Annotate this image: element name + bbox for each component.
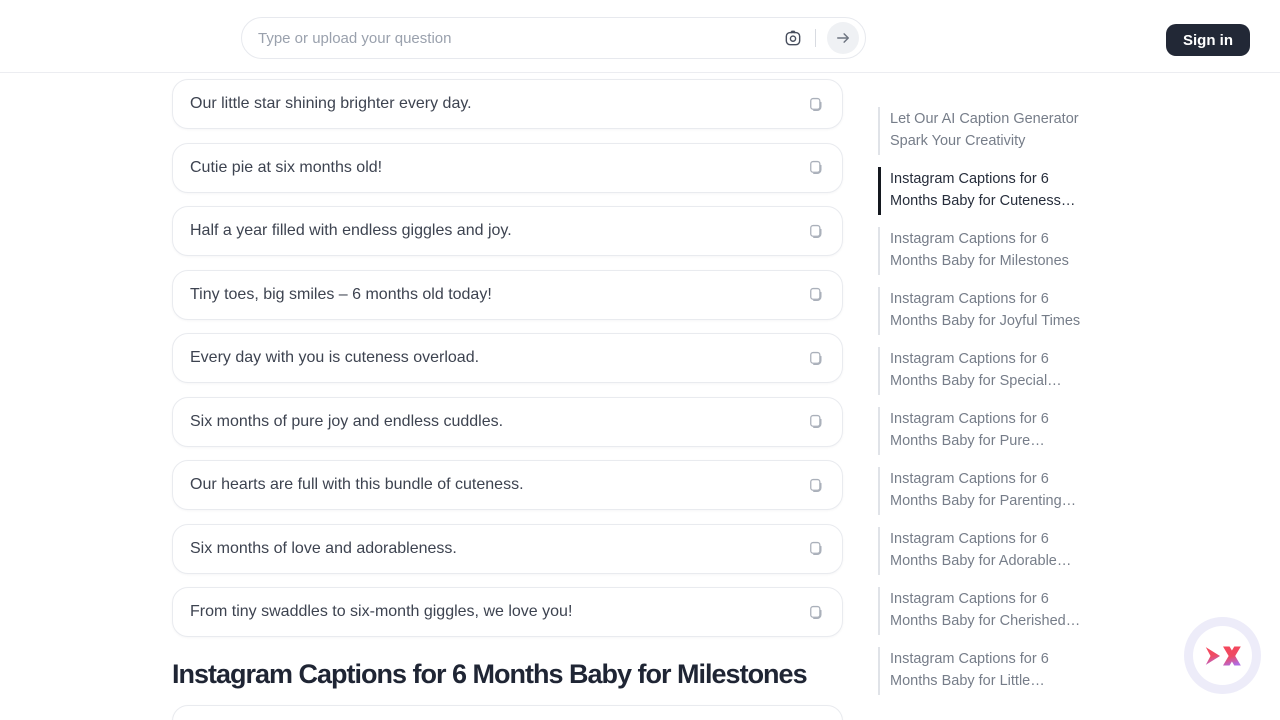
table-of-contents: Let Our AI Caption Generator Spark Your … bbox=[878, 107, 1092, 707]
toc-item-parenting[interactable]: Instagram Captions for 6 Months Baby for… bbox=[878, 467, 1092, 515]
caption-card: Six months of pure joy and endless cuddl… bbox=[172, 397, 843, 447]
copy-icon bbox=[806, 285, 825, 304]
sign-in-button[interactable]: Sign in bbox=[1166, 24, 1250, 56]
camera-upload-button[interactable] bbox=[778, 23, 808, 53]
arrow-right-icon bbox=[834, 29, 852, 47]
toc-item-cuteness[interactable]: Instagram Captions for 6 Months Baby for… bbox=[878, 167, 1092, 215]
search-submit-button[interactable] bbox=[827, 22, 859, 54]
copy-button[interactable] bbox=[800, 280, 830, 310]
copy-icon bbox=[806, 412, 825, 431]
caption-text: Every day with you is cuteness overload. bbox=[190, 349, 800, 367]
copy-icon bbox=[806, 349, 825, 368]
caption-text: Six months of pure joy and endless cuddl… bbox=[190, 413, 800, 431]
caption-text: Half a year filled with endless giggles … bbox=[190, 222, 800, 240]
toc-item-adorable[interactable]: Instagram Captions for 6 Months Baby for… bbox=[878, 527, 1092, 575]
brand-x-logo-icon bbox=[1204, 640, 1242, 672]
section-heading: Instagram Captions for 6 Months Baby for… bbox=[172, 656, 843, 692]
search-divider bbox=[815, 29, 816, 47]
toc-item-pure[interactable]: Instagram Captions for 6 Months Baby for… bbox=[878, 407, 1092, 455]
copy-icon bbox=[806, 476, 825, 495]
caption-text: Six months of love and adorableness. bbox=[190, 540, 800, 558]
copy-button[interactable] bbox=[800, 89, 830, 119]
caption-card: Our little star shining brighter every d… bbox=[172, 79, 843, 129]
toc-item-joyful-times[interactable]: Instagram Captions for 6 Months Baby for… bbox=[878, 287, 1092, 335]
caption-text: Our little star shining brighter every d… bbox=[190, 95, 800, 113]
caption-card: Every day with you is cuteness overload. bbox=[172, 333, 843, 383]
toc-item-generator-intro[interactable]: Let Our AI Caption Generator Spark Your … bbox=[878, 107, 1092, 155]
caption-text: From tiny swaddles to six-month giggles,… bbox=[190, 603, 800, 621]
camera-icon bbox=[783, 28, 803, 48]
copy-button[interactable] bbox=[800, 407, 830, 437]
copy-icon bbox=[806, 539, 825, 558]
caption-text: Cutie pie at six months old! bbox=[190, 159, 800, 177]
copy-button[interactable] bbox=[800, 470, 830, 500]
caption-card: Six months of love and adorableness. bbox=[172, 524, 843, 574]
caption-card-partial bbox=[172, 705, 843, 720]
copy-icon bbox=[806, 158, 825, 177]
toc-item-milestones[interactable]: Instagram Captions for 6 Months Baby for… bbox=[878, 227, 1092, 275]
copy-button[interactable] bbox=[800, 534, 830, 564]
copy-button[interactable] bbox=[800, 597, 830, 627]
copy-button[interactable] bbox=[800, 343, 830, 373]
toc-item-special[interactable]: Instagram Captions for 6 Months Baby for… bbox=[878, 347, 1092, 395]
caption-text: Our hearts are full with this bundle of … bbox=[190, 476, 800, 494]
copy-icon bbox=[806, 222, 825, 241]
header: Sign in bbox=[0, 0, 1280, 73]
caption-card: Our hearts are full with this bundle of … bbox=[172, 460, 843, 510]
assistant-widget-inner bbox=[1193, 626, 1252, 685]
caption-card: Cutie pie at six months old! bbox=[172, 143, 843, 193]
caption-list: Our little star shining brighter every d… bbox=[172, 79, 843, 720]
toc-item-cherished[interactable]: Instagram Captions for 6 Months Baby for… bbox=[878, 587, 1092, 635]
copy-icon bbox=[806, 603, 825, 622]
assistant-widget-button[interactable] bbox=[1184, 617, 1261, 694]
copy-button[interactable] bbox=[800, 153, 830, 183]
caption-card: Half a year filled with endless giggles … bbox=[172, 206, 843, 256]
copy-icon bbox=[806, 95, 825, 114]
toc-item-little[interactable]: Instagram Captions for 6 Months Baby for… bbox=[878, 647, 1092, 695]
caption-card: From tiny swaddles to six-month giggles,… bbox=[172, 587, 843, 637]
caption-text: Tiny toes, big smiles – 6 months old tod… bbox=[190, 286, 800, 304]
search-bar[interactable] bbox=[241, 17, 866, 59]
caption-card: Tiny toes, big smiles – 6 months old tod… bbox=[172, 270, 843, 320]
copy-button[interactable] bbox=[800, 216, 830, 246]
search-input[interactable] bbox=[258, 30, 778, 47]
